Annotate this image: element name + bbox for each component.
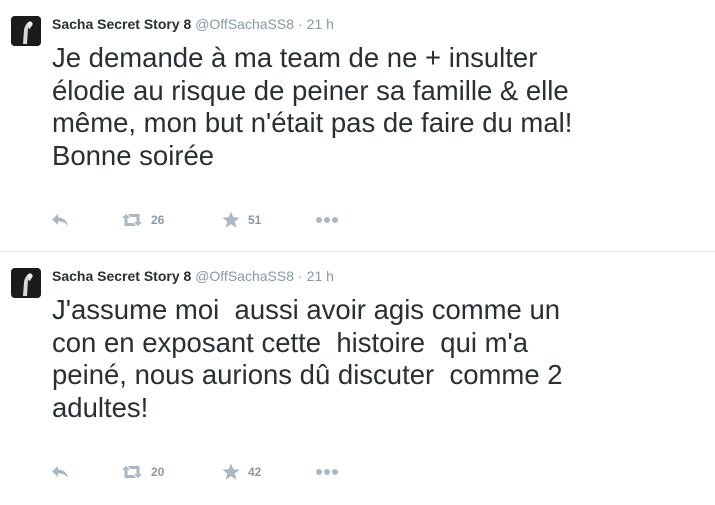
- favorite-button[interactable]: 51: [221, 210, 261, 230]
- tweet-header: Sacha Secret Story 8 @OffSachaSS8 · 21 h: [52, 15, 334, 33]
- more-button[interactable]: [314, 462, 340, 482]
- avatar[interactable]: [11, 16, 41, 46]
- star-icon: [221, 462, 241, 482]
- retweet-button[interactable]: 26: [120, 210, 164, 230]
- reply-button[interactable]: [50, 210, 70, 230]
- separator-dot: ·: [297, 16, 303, 32]
- tweet[interactable]: Sacha Secret Story 8 @OffSachaSS8 · 21 h J…: [0, 0, 715, 252]
- user-fullname[interactable]: Sacha Secret Story 8: [52, 16, 191, 32]
- tweet-header: Sacha Secret Story 8 @OffSachaSS8 · 21 h: [52, 267, 334, 285]
- retweet-icon: [120, 462, 144, 482]
- favorite-button[interactable]: 42: [221, 462, 261, 482]
- timeline: Sacha Secret Story 8 @OffSachaSS8 · 21 h J…: [0, 0, 715, 505]
- reply-button[interactable]: [50, 462, 70, 482]
- retweet-count: 26: [151, 213, 165, 227]
- tweet-actions: 26 51: [50, 210, 370, 230]
- more-dots-icon: [314, 210, 340, 230]
- user-fullname[interactable]: Sacha Secret Story 8: [52, 268, 191, 284]
- tweet-timestamp[interactable]: 21 h: [307, 268, 334, 284]
- tweet[interactable]: Sacha Secret Story 8 @OffSachaSS8 · 21 h J…: [0, 252, 715, 505]
- tweet-text: Je demande à ma team de ne + insulter él…: [52, 42, 573, 171]
- user-handle[interactable]: @OffSachaSS8: [195, 268, 294, 284]
- star-icon: [221, 210, 241, 230]
- more-dots-icon: [314, 462, 340, 482]
- reply-icon: [50, 462, 70, 482]
- separator-dot: ·: [297, 268, 303, 284]
- favorite-count: 51: [248, 213, 262, 227]
- avatar[interactable]: [11, 268, 41, 298]
- tweet-text: J'assume moi aussi avoir agis comme un c…: [52, 294, 563, 423]
- reply-icon: [50, 210, 70, 230]
- retweet-count: 20: [151, 465, 165, 479]
- tweet-timestamp[interactable]: 21 h: [307, 16, 334, 32]
- favorite-count: 42: [248, 465, 262, 479]
- user-handle[interactable]: @OffSachaSS8: [195, 16, 294, 32]
- retweet-button[interactable]: 20: [120, 462, 164, 482]
- more-button[interactable]: [314, 210, 340, 230]
- tweet-actions: 20 42: [50, 462, 370, 482]
- retweet-icon: [120, 210, 144, 230]
